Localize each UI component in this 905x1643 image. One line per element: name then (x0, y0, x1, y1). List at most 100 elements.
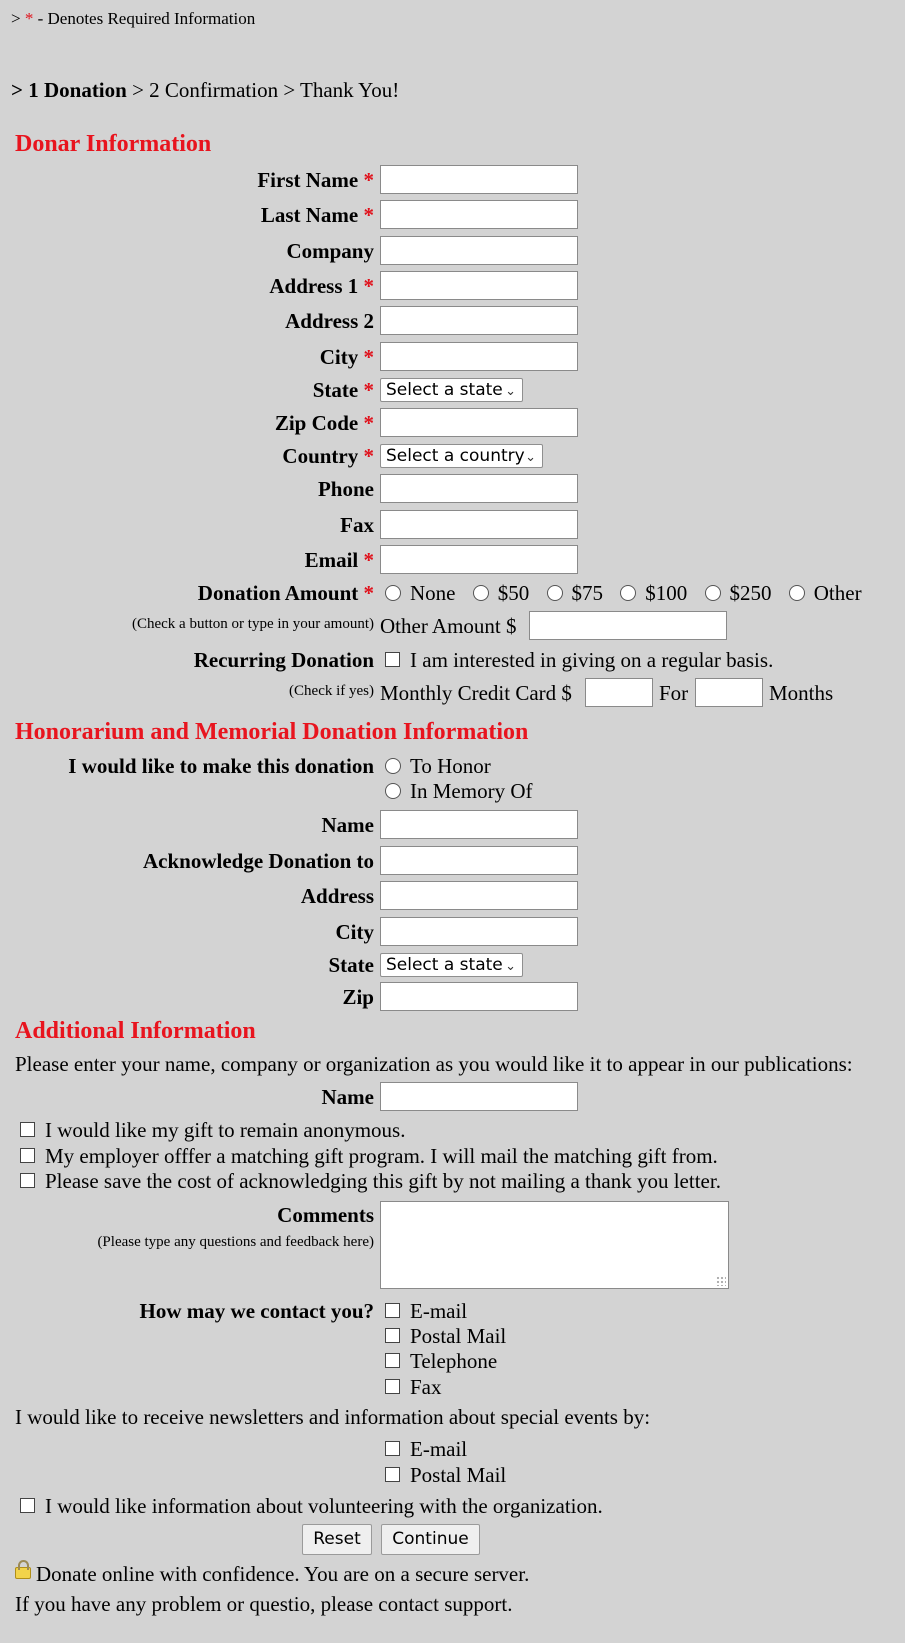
months-input[interactable] (695, 678, 763, 707)
acknowledge-input[interactable] (380, 846, 578, 875)
reset-button[interactable]: Reset (302, 1524, 372, 1555)
recurring-checkbox[interactable]: I am interested in giving on a regular b… (385, 643, 773, 677)
resize-grip-icon[interactable] (716, 1276, 726, 1286)
comments-row: Comments (Please type any questions and … (0, 1201, 905, 1291)
donation-amount-options: None $50 $75 $100 $250 Other (385, 576, 862, 610)
chevron-down-icon: ⌄ (505, 959, 516, 974)
zip-input[interactable] (380, 408, 578, 437)
country-select[interactable]: Select a country ⌄ (380, 444, 543, 468)
state-select[interactable]: Select a state ⌄ (380, 378, 523, 402)
honor-zip-input[interactable] (380, 982, 578, 1011)
honor-city-row: City (0, 915, 905, 949)
newsletter-postal-checkbox[interactable]: Postal Mail (385, 1458, 506, 1492)
address1-row: Address 1 * (0, 269, 905, 303)
lock-icon (15, 1560, 31, 1579)
newsletter-text: I would like to receive newsletters and … (15, 1405, 651, 1429)
company-row: Company (0, 234, 905, 268)
radio-button[interactable] (472, 585, 489, 601)
publication-name-row: Name (0, 1080, 905, 1114)
last-name-input[interactable] (380, 200, 578, 229)
donation-amount-row: Donation Amount * None $50 $75 $100 $250… (0, 576, 905, 610)
honor-city-input[interactable] (380, 917, 578, 946)
radio-button[interactable] (385, 783, 401, 799)
honor-zip-row: Zip (0, 980, 905, 1014)
honor-state-select[interactable]: Select a state ⌄ (380, 953, 523, 977)
checkbox[interactable] (385, 1353, 400, 1368)
checkbox[interactable] (385, 1467, 400, 1482)
address2-input[interactable] (380, 306, 578, 335)
honor-address-row: Address (0, 879, 905, 913)
continue-button[interactable]: Continue (381, 1524, 480, 1555)
address2-row: Address 2 (0, 304, 905, 338)
chevron-down-icon: ⌄ (505, 384, 516, 399)
amount-option-250[interactable]: $250 (704, 581, 772, 605)
honor-state-row: State Select a state ⌄ (0, 948, 905, 982)
state-row: State * Select a state ⌄ (0, 373, 905, 407)
city-row: City * (0, 340, 905, 374)
button-row: Reset Continue (0, 1524, 905, 1558)
amount-option-other[interactable]: Other (788, 581, 862, 605)
city-input[interactable] (380, 342, 578, 371)
other-amount-input[interactable] (529, 611, 727, 640)
country-row: Country * Select a country ⌄ (0, 439, 905, 473)
checkbox[interactable] (385, 1441, 400, 1456)
required-star: * (24, 9, 34, 28)
contact-fax-checkbox[interactable]: Fax (385, 1370, 442, 1404)
anonymous-checkbox[interactable]: I would like my gift to remain anonymous… (20, 1118, 405, 1143)
honor-address-input[interactable] (380, 881, 578, 910)
company-input[interactable] (380, 236, 578, 265)
checkbox[interactable] (385, 652, 400, 667)
chevron-down-icon: ⌄ (525, 450, 536, 465)
checkbox[interactable] (385, 1303, 400, 1318)
radio-button[interactable] (704, 585, 721, 601)
amount-option-75[interactable]: $75 (546, 581, 603, 605)
support-note: If you have any problem or questio, plea… (15, 1592, 513, 1616)
matching-gift-checkbox[interactable]: My employer offfer a matching gift progr… (20, 1144, 718, 1169)
honor-type-row-2: In Memory Of (0, 774, 905, 808)
checkbox[interactable] (20, 1498, 35, 1513)
amount-option-50[interactable]: $50 (472, 581, 529, 605)
last-name-row: Last Name * (0, 198, 905, 232)
address1-input[interactable] (380, 271, 578, 300)
radio-button[interactable] (385, 585, 401, 601)
recurring-row: Recurring Donation I am interested in gi… (0, 643, 905, 677)
amount-option-100[interactable]: $100 (620, 581, 687, 605)
radio-button[interactable] (788, 585, 805, 601)
contact-row-4: Fax (0, 1370, 905, 1404)
comments-textarea[interactable] (380, 1201, 729, 1289)
zip-row: Zip Code * (0, 406, 905, 440)
volunteer-checkbox[interactable]: I would like information about volunteer… (20, 1494, 603, 1519)
radio-button[interactable] (620, 585, 637, 601)
acknowledge-row: Acknowledge Donation to (0, 844, 905, 878)
required-note: > * - Denotes Required Information (11, 9, 256, 28)
checkbox[interactable] (20, 1122, 35, 1137)
phone-row: Phone (0, 472, 905, 506)
phone-input[interactable] (380, 474, 578, 503)
secure-note: Donate online with confidence. You are o… (15, 1560, 529, 1587)
checkbox[interactable] (385, 1379, 400, 1394)
radio-button[interactable] (546, 585, 563, 601)
fax-row: Fax (0, 508, 905, 542)
newsletter-row-2: Postal Mail (0, 1458, 905, 1492)
step-confirmation: > 2 Confirmation > Thank You! (132, 78, 400, 102)
email-row: Email * (0, 543, 905, 577)
checkbox[interactable] (20, 1148, 35, 1163)
additional-section-title: Additional Information (15, 1018, 256, 1044)
radio-button[interactable] (385, 758, 401, 774)
email-input[interactable] (380, 545, 578, 574)
honor-section-title: Honorarium and Memorial Donation Informa… (15, 719, 529, 745)
monthly-row: (Check if yes) Monthly Credit Card $ For… (0, 676, 905, 710)
first-name-input[interactable] (380, 165, 578, 194)
checkbox[interactable] (385, 1328, 400, 1343)
monthly-amount-input[interactable] (585, 678, 653, 707)
honor-name-input[interactable] (380, 810, 578, 839)
amount-option-none[interactable]: None (385, 581, 456, 605)
publication-name-input[interactable] (380, 1082, 578, 1111)
option-in-memory[interactable]: In Memory Of (385, 774, 532, 808)
breadcrumb: > 1 Donation > 2 Confirmation > Thank Yo… (11, 78, 400, 102)
fax-input[interactable] (380, 510, 578, 539)
checkbox[interactable] (20, 1173, 35, 1188)
honor-name-row: Name (0, 808, 905, 842)
no-letter-checkbox[interactable]: Please save the cost of acknowledging th… (20, 1169, 721, 1194)
donor-section-title: Donar Information (15, 131, 212, 157)
